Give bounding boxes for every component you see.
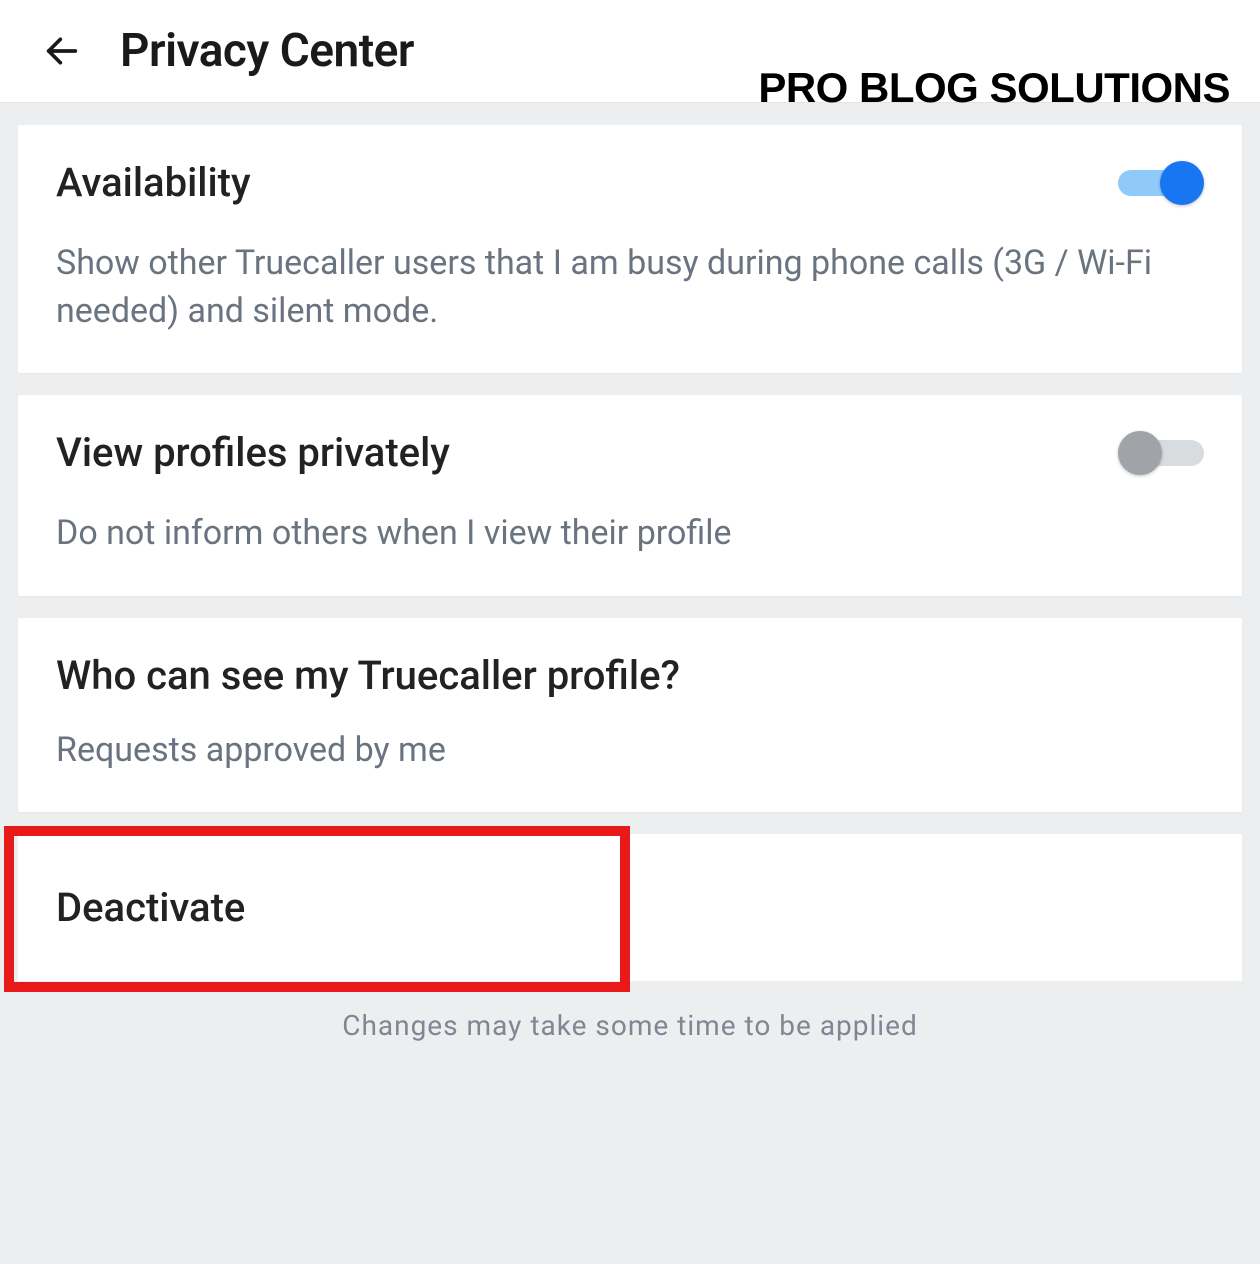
- watermark-text: PRO BLOG SOLUTIONS: [758, 64, 1230, 112]
- availability-description: Show other Truecaller users that I am bu…: [56, 240, 1204, 335]
- availability-title: Availability: [56, 159, 251, 206]
- profile-visibility-value: Requests approved by me: [56, 727, 1204, 775]
- settings-list: Availability Show other Truecaller users…: [0, 103, 1260, 1042]
- footer-note: Changes may take some time to be applied: [18, 1009, 1242, 1042]
- page-title: Privacy Center: [120, 24, 414, 78]
- app-header: Privacy Center PRO BLOG SOLUTIONS: [0, 0, 1260, 103]
- view-privately-title: View profiles privately: [56, 429, 450, 476]
- setting-view-privately[interactable]: View profiles privately Do not inform ot…: [18, 395, 1242, 596]
- setting-availability[interactable]: Availability Show other Truecaller users…: [18, 125, 1242, 373]
- back-arrow-icon[interactable]: [40, 29, 84, 73]
- view-privately-description: Do not inform others when I view their p…: [56, 510, 1204, 558]
- setting-profile-visibility[interactable]: Who can see my Truecaller profile? Reque…: [18, 618, 1242, 813]
- deactivate-title: Deactivate: [56, 884, 1204, 931]
- view-privately-toggle[interactable]: [1118, 431, 1204, 475]
- setting-deactivate[interactable]: Deactivate: [18, 834, 1242, 981]
- profile-visibility-title: Who can see my Truecaller profile?: [56, 652, 680, 699]
- availability-toggle[interactable]: [1118, 161, 1204, 205]
